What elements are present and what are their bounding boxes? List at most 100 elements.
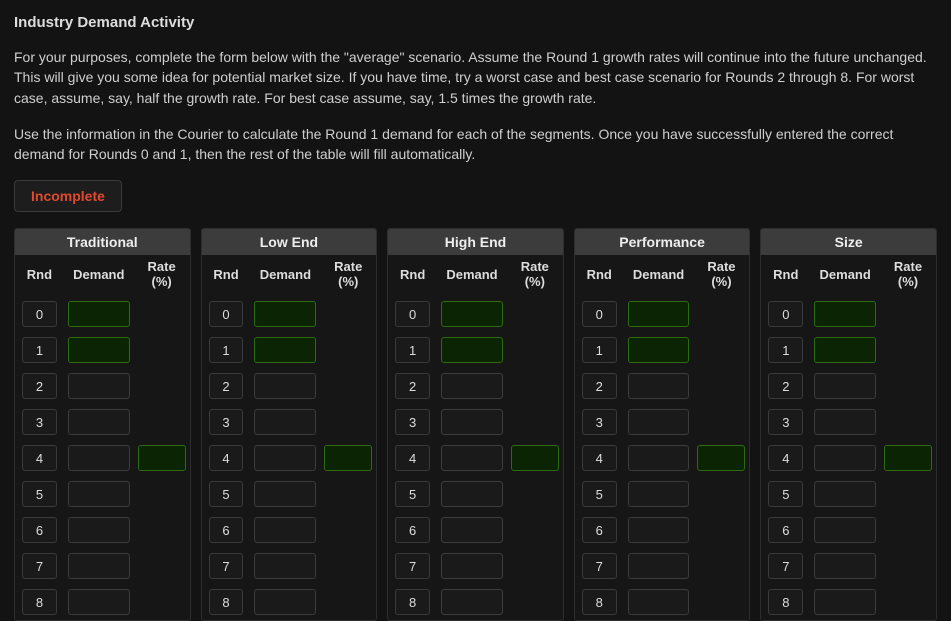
table-row: 5 [761, 476, 936, 512]
demand-calculated [441, 445, 503, 471]
table-row: 7 [575, 548, 750, 584]
column-header: Demand [250, 255, 320, 296]
round-label: 3 [582, 409, 617, 435]
demand-calculated [628, 589, 690, 615]
table-row: 7 [761, 548, 936, 584]
demand-input[interactable] [628, 301, 690, 327]
table-row: 3 [388, 404, 563, 440]
table-row: 7 [388, 548, 563, 584]
table-row: 6 [761, 512, 936, 548]
demand-calculated [254, 553, 316, 579]
table-row: 4 [388, 440, 563, 476]
segment-title: High End [388, 229, 563, 255]
round-label: 8 [22, 589, 57, 615]
demand-calculated [814, 553, 876, 579]
demand-input[interactable] [441, 337, 503, 363]
column-header: Demand [437, 255, 507, 296]
status-badge[interactable]: Incomplete [14, 180, 122, 212]
demand-input[interactable] [628, 337, 690, 363]
demand-calculated [814, 481, 876, 507]
demand-calculated [441, 589, 503, 615]
table-row: 4 [575, 440, 750, 476]
demand-calculated [628, 373, 690, 399]
table-row: 0 [15, 296, 190, 332]
table-row: 0 [388, 296, 563, 332]
round-label: 6 [395, 517, 430, 543]
demand-input[interactable] [814, 301, 876, 327]
table-row: 5 [575, 476, 750, 512]
instruction-paragraph-2: Use the information in the Courier to ca… [14, 124, 937, 165]
segment-table: RndDemandRate (%)012345678 [15, 255, 190, 620]
table-row: 1 [761, 332, 936, 368]
round-label: 0 [22, 301, 57, 327]
demand-input[interactable] [254, 337, 316, 363]
demand-input[interactable] [254, 301, 316, 327]
rate-cell-empty [511, 373, 559, 399]
demand-input[interactable] [441, 301, 503, 327]
demand-calculated [441, 373, 503, 399]
round-label: 7 [768, 553, 803, 579]
rate-cell-empty [138, 553, 186, 579]
table-row: 8 [575, 584, 750, 620]
column-header: Rate (%) [693, 255, 749, 296]
rate-cell-empty [697, 373, 745, 399]
rate-cell-empty [884, 517, 932, 543]
segment-title: Performance [575, 229, 750, 255]
rate-input[interactable] [511, 445, 559, 471]
table-row: 0 [575, 296, 750, 332]
table-row: 3 [575, 404, 750, 440]
instruction-paragraph-1: For your purposes, complete the form bel… [14, 47, 937, 108]
rate-cell-empty [324, 409, 372, 435]
demand-calculated [68, 517, 130, 543]
demand-calculated [814, 409, 876, 435]
demand-input[interactable] [814, 337, 876, 363]
round-label: 6 [582, 517, 617, 543]
demand-input[interactable] [68, 301, 130, 327]
rate-cell-empty [324, 589, 372, 615]
rate-cell-empty [884, 589, 932, 615]
rate-cell-empty [324, 337, 372, 363]
table-row: 0 [202, 296, 377, 332]
page-title: Industry Demand Activity [14, 14, 937, 31]
column-header: Demand [624, 255, 694, 296]
round-label: 4 [209, 445, 244, 471]
round-label: 4 [768, 445, 803, 471]
rate-cell-empty [511, 337, 559, 363]
segment-title: Size [761, 229, 936, 255]
table-row: 6 [388, 512, 563, 548]
round-label: 2 [22, 373, 57, 399]
round-label: 3 [768, 409, 803, 435]
segment-table: RndDemandRate (%)012345678 [202, 255, 377, 620]
table-row: 2 [15, 368, 190, 404]
rate-cell-empty [884, 553, 932, 579]
column-header: Rnd [15, 255, 64, 296]
round-label: 8 [768, 589, 803, 615]
column-header: Demand [64, 255, 134, 296]
table-row: 6 [15, 512, 190, 548]
table-row: 8 [15, 584, 190, 620]
round-label: 7 [22, 553, 57, 579]
demand-calculated [68, 373, 130, 399]
segment-panel: Low EndRndDemandRate (%)012345678 [201, 228, 378, 621]
table-row: 1 [575, 332, 750, 368]
rate-cell-empty [324, 553, 372, 579]
demand-calculated [628, 517, 690, 543]
table-row: 8 [761, 584, 936, 620]
demand-calculated [254, 517, 316, 543]
round-label: 3 [209, 409, 244, 435]
segment-panel: PerformanceRndDemandRate (%)012345678 [574, 228, 751, 621]
rate-input[interactable] [324, 445, 372, 471]
round-label: 1 [209, 337, 244, 363]
rate-cell-empty [511, 301, 559, 327]
round-label: 0 [209, 301, 244, 327]
table-row: 4 [202, 440, 377, 476]
rate-input[interactable] [138, 445, 186, 471]
segment-table: RndDemandRate (%)012345678 [575, 255, 750, 620]
rate-input[interactable] [884, 445, 932, 471]
column-header: Rate (%) [320, 255, 376, 296]
rate-input[interactable] [697, 445, 745, 471]
rate-cell-empty [511, 517, 559, 543]
demand-calculated [441, 517, 503, 543]
rate-cell-empty [324, 517, 372, 543]
demand-input[interactable] [68, 337, 130, 363]
